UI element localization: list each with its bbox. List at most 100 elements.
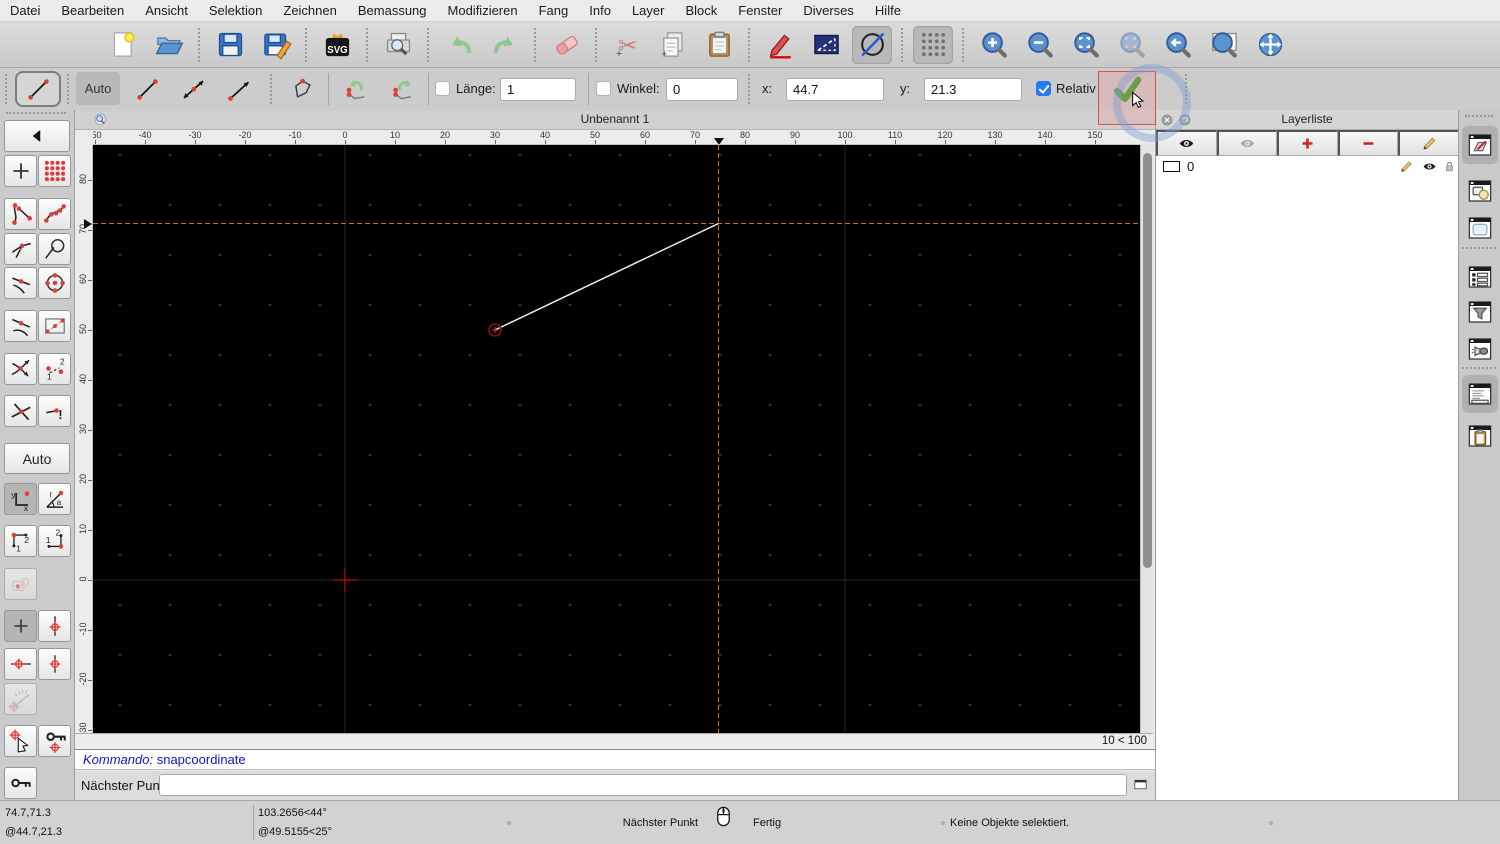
- confirm-button[interactable]: [1103, 71, 1151, 107]
- zoom-previous-button[interactable]: [1158, 26, 1198, 64]
- show-all-layers-button[interactable]: [1156, 130, 1217, 156]
- menu-bemassung[interactable]: Bemassung: [358, 3, 427, 18]
- y-input[interactable]: [924, 78, 1022, 101]
- command-panel-toggle-button[interactable]: [1131, 776, 1150, 795]
- command-input[interactable]: [159, 774, 1127, 796]
- layer-lock-icon[interactable]: [1442, 159, 1457, 174]
- shape-redo-button[interactable]: [382, 73, 424, 105]
- restrict-shape-button[interactable]: [4, 568, 37, 600]
- restrict-orthogonal-button[interactable]: [38, 610, 71, 642]
- dock-property-toggle-button[interactable]: [1462, 258, 1498, 296]
- menu-fang[interactable]: Fang: [539, 3, 569, 18]
- undo-button[interactable]: [439, 26, 479, 64]
- vertical-scrollbar[interactable]: [1140, 145, 1153, 733]
- restrict-horizontal-button[interactable]: [4, 648, 37, 680]
- toolbar-drag-handle[interactable]: [5, 74, 13, 104]
- zoom-auto-button[interactable]: [1066, 26, 1106, 64]
- angle-checkbox[interactable]: [596, 81, 611, 96]
- menu-fenster[interactable]: Fenster: [738, 3, 782, 18]
- dock-layer-toggle-button[interactable]: [1462, 126, 1498, 164]
- current-tool-line-button[interactable]: [15, 71, 61, 107]
- dock-filter-toggle-button[interactable]: [1462, 293, 1498, 331]
- snap-endpoints-button[interactable]: [4, 198, 37, 230]
- dock-library-toggle-button[interactable]: [1462, 209, 1498, 247]
- snap-free-button[interactable]: [4, 155, 37, 187]
- set-relative-zero-button[interactable]: [4, 725, 37, 757]
- dock-command-toggle-button[interactable]: [1462, 375, 1498, 413]
- menu-diverses[interactable]: Diverses: [803, 3, 854, 18]
- snap-intersection-x-button[interactable]: [4, 395, 37, 427]
- angle-input[interactable]: [666, 78, 738, 101]
- x-input[interactable]: [786, 78, 884, 101]
- zoom-out-button[interactable]: [1020, 26, 1060, 64]
- menu-selektion[interactable]: Selektion: [209, 3, 262, 18]
- grid-dots-button[interactable]: [913, 25, 953, 64]
- snap-points-on-entity-button[interactable]: [38, 198, 71, 230]
- ray-button[interactable]: [218, 73, 260, 105]
- dock-block-toggle-button[interactable]: [1462, 172, 1498, 210]
- coord-polar-button[interactable]: ra: [38, 483, 71, 515]
- svg-export-button[interactable]: SVG: [317, 26, 357, 64]
- save-as-button[interactable]: [256, 26, 296, 64]
- snap-tangent-button[interactable]: [38, 233, 71, 265]
- open-folder-button[interactable]: [149, 26, 189, 64]
- lock-zero-button[interactable]: [4, 767, 37, 799]
- menu-bearbeiten[interactable]: Bearbeiten: [61, 3, 124, 18]
- eraser-button[interactable]: [546, 26, 586, 64]
- dock-clipboard-toggle-button[interactable]: [1462, 417, 1498, 455]
- menu-block[interactable]: Block: [685, 3, 717, 18]
- coord-cartesian-button[interactable]: yx: [4, 483, 37, 515]
- snap-center-button[interactable]: [38, 267, 71, 299]
- snap-perpendicular-button[interactable]: [4, 233, 37, 265]
- hide-all-layers-button[interactable]: [1216, 130, 1278, 156]
- line-2p-button[interactable]: [126, 73, 168, 105]
- snap-distance-button[interactable]: 12: [38, 353, 71, 385]
- add-layer-button[interactable]: [1277, 130, 1338, 156]
- snap-middle-button[interactable]: [4, 310, 37, 342]
- length-input[interactable]: [500, 78, 576, 101]
- polygon-tool-button[interactable]: [280, 73, 322, 105]
- toolbar-drag-handle[interactable]: [6, 112, 66, 114]
- snap-reference-button[interactable]: [38, 310, 71, 342]
- restrict-angle-button[interactable]: [4, 683, 37, 715]
- rel-point-1-button[interactable]: 12: [4, 525, 37, 557]
- restrict-none-button[interactable]: [4, 610, 37, 642]
- layer-edit-icon[interactable]: [1399, 159, 1414, 174]
- circle-slash-button[interactable]: [852, 25, 892, 64]
- snap-on-entity-button[interactable]: [4, 267, 37, 299]
- dock-projector-toggle-button[interactable]: [1462, 330, 1498, 368]
- select-rect-button[interactable]: [806, 26, 846, 64]
- toolbar-drag-handle[interactable]: [1465, 115, 1493, 117]
- print-preview-button[interactable]: [378, 26, 418, 64]
- cut-button[interactable]: ✂ +: [607, 26, 647, 64]
- lock-relative-zero-button[interactable]: [38, 725, 71, 757]
- edit-pencil-button[interactable]: [760, 26, 800, 64]
- copy-button[interactable]: +: [653, 26, 693, 64]
- menu-info[interactable]: Info: [589, 3, 611, 18]
- auto-mode-button[interactable]: Auto: [76, 72, 120, 105]
- zoom-in-button[interactable]: [974, 26, 1014, 64]
- edit-layer-button[interactable]: [1398, 130, 1458, 156]
- snap-grid-button[interactable]: [38, 155, 71, 187]
- snap-intersection-button[interactable]: [4, 353, 37, 385]
- relative-checkbox[interactable]: [1036, 81, 1051, 96]
- remove-layer-button[interactable]: [1337, 130, 1399, 156]
- menu-datei[interactable]: Datei: [10, 3, 40, 18]
- menu-ansicht[interactable]: Ansicht: [145, 3, 188, 18]
- restrict-vertical-button[interactable]: [38, 648, 71, 680]
- rel-point-2-button[interactable]: 12: [38, 525, 71, 557]
- drawing-canvas[interactable]: [93, 145, 1140, 733]
- pan-button[interactable]: [1250, 26, 1290, 64]
- line-inf-button[interactable]: [172, 73, 214, 105]
- layer-row[interactable]: 0: [1156, 156, 1458, 177]
- menu-modifizieren[interactable]: Modifizieren: [448, 3, 518, 18]
- zoom-window-button[interactable]: [1204, 26, 1244, 64]
- new-file-button[interactable]: [103, 26, 143, 64]
- menu-hilfe[interactable]: Hilfe: [875, 3, 901, 18]
- layer-visibility-icon[interactable]: [1422, 159, 1437, 174]
- zoom-selection-button[interactable]: [1112, 26, 1152, 64]
- save-button[interactable]: [210, 26, 250, 64]
- snap-exclude-button[interactable]: !: [38, 395, 71, 427]
- paste-button[interactable]: [699, 26, 739, 64]
- menu-layer[interactable]: Layer: [632, 3, 665, 18]
